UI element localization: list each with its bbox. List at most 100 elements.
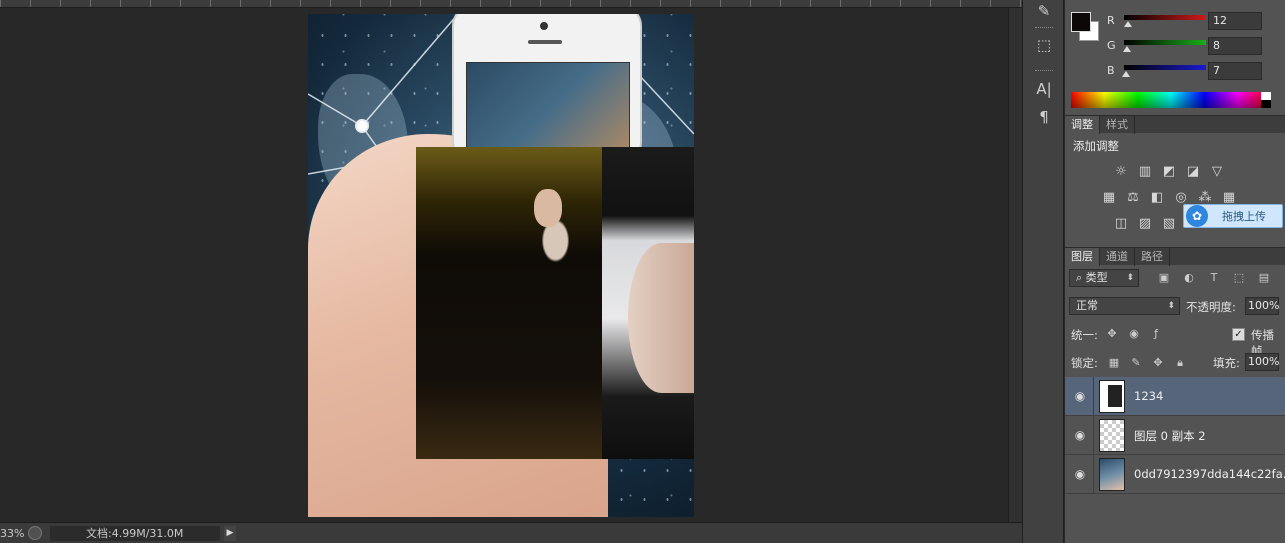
fill-input[interactable]: 100% [1245,353,1279,371]
layer-name[interactable]: 0dd7912397dda144c22fa... [1134,467,1285,481]
exposure-icon[interactable]: ◪ [1185,164,1201,180]
photoshop-window: 33% 文档:4.99M/31.0M ▶ ✎ ⬚ A| ¶ R 12 G 8 B… [0,0,1285,543]
slider-b[interactable]: B 7 [1107,62,1285,82]
layer-filter-dropdown[interactable]: ⌕ 类型 ⬍ [1069,269,1139,287]
opacity-input[interactable]: 100% [1245,297,1279,315]
horizontal-ruler [0,0,1022,8]
layer-filter-value: 类型 [1085,271,1108,284]
status-menu-arrow-icon[interactable]: ▶ [224,525,236,541]
channel-track[interactable] [1124,40,1206,45]
history-brush-icon[interactable]: ✎ [1033,0,1055,22]
slider-r[interactable]: R 12 [1107,12,1285,32]
3d-cube-icon[interactable]: ⬚ [1033,34,1055,56]
photo-face [534,189,562,227]
layers-tabbar: 图层 通道 路径 [1065,247,1285,266]
filter-type-icon[interactable]: T [1207,271,1221,285]
channel-track[interactable] [1124,65,1206,70]
propagate-frame-checkbox[interactable]: ✓ [1232,328,1245,341]
vibrance-icon[interactable]: ▽ [1209,164,1225,180]
chevron-updown-icon: ⬍ [1126,273,1134,283]
threshold-icon[interactable]: ▧ [1161,216,1177,232]
layer-thumbnail [1099,419,1125,452]
layer-photo-woman [416,147,602,459]
unify-style-icon[interactable]: ƒ [1149,327,1163,341]
channel-track[interactable] [1124,15,1206,20]
layer-thumbnail [1099,458,1125,491]
zoom-icon[interactable] [28,526,42,540]
visibility-eye-icon[interactable]: ◉ [1073,467,1087,481]
unify-visibility-icon[interactable]: ◉ [1127,327,1141,341]
channel-value[interactable]: 7 [1208,62,1262,80]
color-spectrum[interactable] [1071,92,1271,108]
status-bar: 33% 文档:4.99M/31.0M ▶ [0,522,1022,543]
blend-mode-dropdown[interactable]: 正常 ⬍ [1069,297,1180,315]
channel-thumb[interactable] [1122,46,1131,52]
filter-pixel-icon[interactable]: ▣ [1157,271,1171,285]
row-separator [1093,416,1094,455]
strip-grip[interactable] [1035,27,1053,30]
character-panel-icon[interactable]: A| [1033,78,1055,100]
filter-smartobject-icon[interactable]: ▤ [1257,271,1271,285]
filter-shape-icon[interactable]: ⬚ [1232,271,1246,285]
channel-label: G [1107,39,1116,52]
channel-value[interactable]: 8 [1208,37,1262,55]
lock-all-icon[interactable]: 🔒︎ [1173,356,1187,370]
channel-label: R [1107,14,1115,27]
paragraph-panel-icon[interactable]: ¶ [1033,106,1055,128]
channel-thumb[interactable] [1123,21,1132,27]
fill-label: 填充: [1213,356,1240,370]
layer-row[interactable]: ◉ 图层 0 副本 2 [1065,416,1285,455]
row-separator [1093,455,1094,494]
upload-tooltip[interactable]: ✿ 拖拽上传 [1183,204,1283,228]
row-separator [1093,377,1094,416]
unify-position-icon[interactable]: ✥ [1105,327,1119,341]
document-info: 文档:4.99M/31.0M [50,525,220,541]
slider-g[interactable]: G 8 [1107,37,1285,57]
color-balance-icon[interactable]: ⚖ [1125,190,1141,206]
channel-label: B [1107,64,1115,77]
adjustments-panel: 添加调整 ☼ ▥ ◩ ◪ ▽ ▦ ⚖ ◧ ◎ ⁂ ▦ ◫ ▨ ▧ ✿ 拖拽上传 [1065,134,1285,244]
lock-pixels-icon[interactable]: ✎ [1129,356,1143,370]
visibility-eye-icon[interactable]: ◉ [1073,428,1087,442]
lock-position-icon[interactable]: ✥ [1151,356,1165,370]
phone-speaker [528,40,562,44]
layer-row[interactable]: ◉ 0dd7912397dda144c22fa... [1065,455,1285,494]
hue-saturation-icon[interactable]: ▦ [1101,190,1117,206]
filter-adjustment-icon[interactable]: ◐ [1182,271,1196,285]
levels-icon[interactable]: ▥ [1137,164,1153,180]
layer-photo-closeup [602,147,694,459]
tab-styles[interactable]: 样式 [1100,116,1135,134]
network-node [355,119,369,133]
lock-transparency-icon[interactable]: ▦ [1107,356,1121,370]
visibility-eye-icon[interactable]: ◉ [1073,389,1087,403]
zoom-level[interactable]: 33% [0,527,24,540]
black-white-icon[interactable]: ◧ [1149,190,1165,206]
black-white-swatch[interactable] [1261,92,1271,108]
posterize-icon[interactable]: ▨ [1137,216,1153,232]
phone-image [452,14,642,164]
opacity-label: 不透明度: [1186,300,1236,314]
chevron-updown-icon: ⬍ [1167,301,1175,311]
tab-adjustments[interactable]: 调整 [1065,116,1100,134]
foreground-color-swatch[interactable] [1071,12,1091,32]
layer-name[interactable]: 1234 [1134,389,1163,403]
document-canvas[interactable] [308,14,694,517]
brightness-contrast-icon[interactable]: ☼ [1113,164,1129,180]
search-icon: ⌕ [1076,271,1086,284]
channel-thumb[interactable] [1122,71,1131,77]
adjustments-title: 添加调整 [1073,139,1119,153]
phone-camera [540,22,548,30]
cloud-upload-icon: ✿ [1186,205,1208,227]
channel-value[interactable]: 12 [1208,12,1262,30]
adjustments-tabbar: 调整 样式 [1065,115,1285,134]
layer-name[interactable]: 图层 0 副本 2 [1134,428,1206,444]
unify-label: 统一: [1071,328,1098,342]
right-panels: R 12 G 8 B 7 调整 样式 添加调整 ☼ ▥ ◩ ◪ ▽ ▦ ⚖ ◧ … [1065,0,1285,543]
curves-icon[interactable]: ◩ [1161,164,1177,180]
lock-label: 锁定: [1071,356,1098,370]
vertical-scrollbar[interactable] [1008,8,1022,522]
layer-row[interactable]: ◉ 1234 [1065,377,1285,416]
invert-icon[interactable]: ◫ [1113,216,1129,232]
strip-grip[interactable] [1035,70,1053,73]
photo-face [628,243,694,393]
